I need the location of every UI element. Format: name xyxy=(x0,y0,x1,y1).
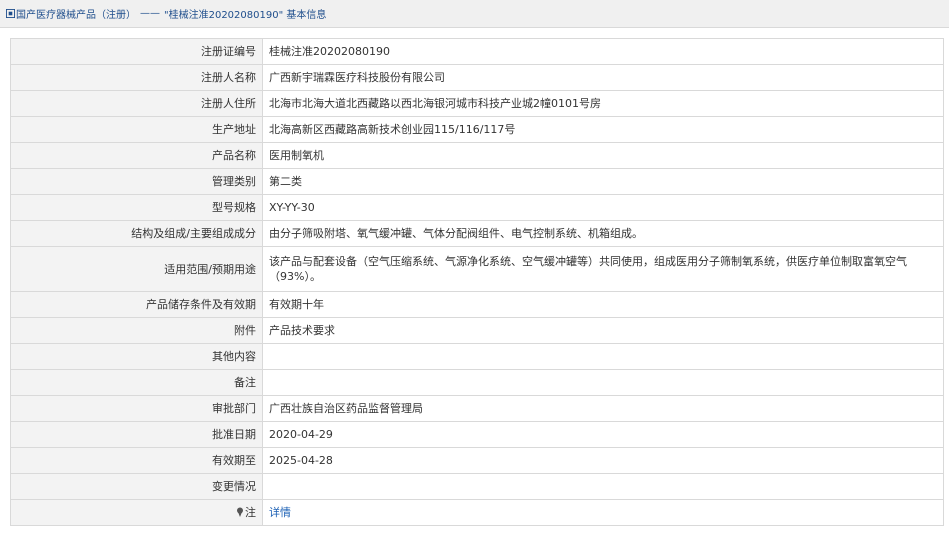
table-row: 生产地址 北海高新区西藏路高新技术创业园115/116/117号 xyxy=(10,116,944,143)
breadcrumb-home-link[interactable]: 国产医疗器械产品（注册） xyxy=(16,6,136,21)
table-row: 注册证编号 桂械注准20202080190 xyxy=(10,38,944,65)
table-row: 附件 产品技术要求 xyxy=(10,317,944,344)
row-label: 审批部门 xyxy=(10,395,263,422)
row-label: 生产地址 xyxy=(10,116,263,143)
row-value xyxy=(262,343,944,370)
table-row: 产品储存条件及有效期 有效期十年 xyxy=(10,291,944,318)
table-row: 适用范围/预期用途 该产品与配套设备（空气压缩系统、气源净化系统、空气缓冲罐等）共… xyxy=(10,246,944,292)
row-label: 产品储存条件及有效期 xyxy=(10,291,263,318)
table-row: 批准日期 2020-04-29 xyxy=(10,421,944,448)
table-row: 变更情况 xyxy=(10,473,944,500)
note-value-cell: 详情 xyxy=(262,499,944,526)
row-label: 注册证编号 xyxy=(10,38,263,65)
breadcrumb: 国产医疗器械产品（注册） —— "桂械注准20202080190" 基本信息 xyxy=(0,0,949,28)
note-label: 注 xyxy=(245,506,256,519)
row-value: 第二类 xyxy=(262,168,944,195)
note-label-cell: 注 xyxy=(10,499,263,526)
table-row: 结构及组成/主要组成成分 由分子筛吸附塔、氧气缓冲罐、气体分配阀组件、电气控制系统… xyxy=(10,220,944,247)
row-label: 注册人名称 xyxy=(10,64,263,91)
row-label: 有效期至 xyxy=(10,447,263,474)
row-value: 北海高新区西藏路高新技术创业园115/116/117号 xyxy=(262,116,944,143)
home-icon xyxy=(6,9,15,18)
details-link[interactable]: 详情 xyxy=(269,506,291,519)
row-label: 变更情况 xyxy=(10,473,263,500)
table-row: 管理类别 第二类 xyxy=(10,168,944,195)
row-value: 医用制氧机 xyxy=(262,142,944,169)
table-row: 有效期至 2025-04-28 xyxy=(10,447,944,474)
row-label: 注册人住所 xyxy=(10,90,263,117)
row-value: 产品技术要求 xyxy=(262,317,944,344)
row-value: 北海市北海大道北西藏路以西北海银河城市科技产业城2幢0101号房 xyxy=(262,90,944,117)
row-value: 有效期十年 xyxy=(262,291,944,318)
row-label: 产品名称 xyxy=(10,142,263,169)
pin-icon xyxy=(237,507,243,517)
row-value: 广西新宇瑞霖医疗科技股份有限公司 xyxy=(262,64,944,91)
row-value: 桂械注准20202080190 xyxy=(262,38,944,65)
row-label: 管理类别 xyxy=(10,168,263,195)
table-row: 注册人名称 广西新宇瑞霖医疗科技股份有限公司 xyxy=(10,64,944,91)
note-row: 注详情 xyxy=(10,499,944,526)
row-value: 2025-04-28 xyxy=(262,447,944,474)
breadcrumb-separator: —— xyxy=(140,8,160,19)
product-info-table: 注册证编号 桂械注准20202080190 注册人名称 广西新宇瑞霖医疗科技股份有限公… xyxy=(10,38,944,526)
row-label: 附件 xyxy=(10,317,263,344)
table-row: 其他内容 xyxy=(10,343,944,370)
row-label: 批准日期 xyxy=(10,421,263,448)
table-row: 型号规格 XY-YY-30 xyxy=(10,194,944,221)
row-value: 2020-04-29 xyxy=(262,421,944,448)
row-label: 备注 xyxy=(10,369,263,396)
table-row: 产品名称 医用制氧机 xyxy=(10,142,944,169)
table-row: 备注 xyxy=(10,369,944,396)
row-value xyxy=(262,473,944,500)
row-value: XY-YY-30 xyxy=(262,194,944,221)
table-row: 注册人住所 北海市北海大道北西藏路以西北海银河城市科技产业城2幢0101号房 xyxy=(10,90,944,117)
row-value xyxy=(262,369,944,396)
row-label: 其他内容 xyxy=(10,343,263,370)
row-label: 结构及组成/主要组成成分 xyxy=(10,220,263,247)
breadcrumb-current: "桂械注准20202080190" 基本信息 xyxy=(164,10,327,21)
row-value: 广西壮族自治区药品监督管理局 xyxy=(262,395,944,422)
row-label: 适用范围/预期用途 xyxy=(10,246,263,292)
row-value: 该产品与配套设备（空气压缩系统、气源净化系统、空气缓冲罐等）共同使用，组成医用分… xyxy=(262,246,944,292)
table-row: 审批部门 广西壮族自治区药品监督管理局 xyxy=(10,395,944,422)
row-label: 型号规格 xyxy=(10,194,263,221)
row-value: 由分子筛吸附塔、氧气缓冲罐、气体分配阀组件、电气控制系统、机箱组成。 xyxy=(262,220,944,247)
